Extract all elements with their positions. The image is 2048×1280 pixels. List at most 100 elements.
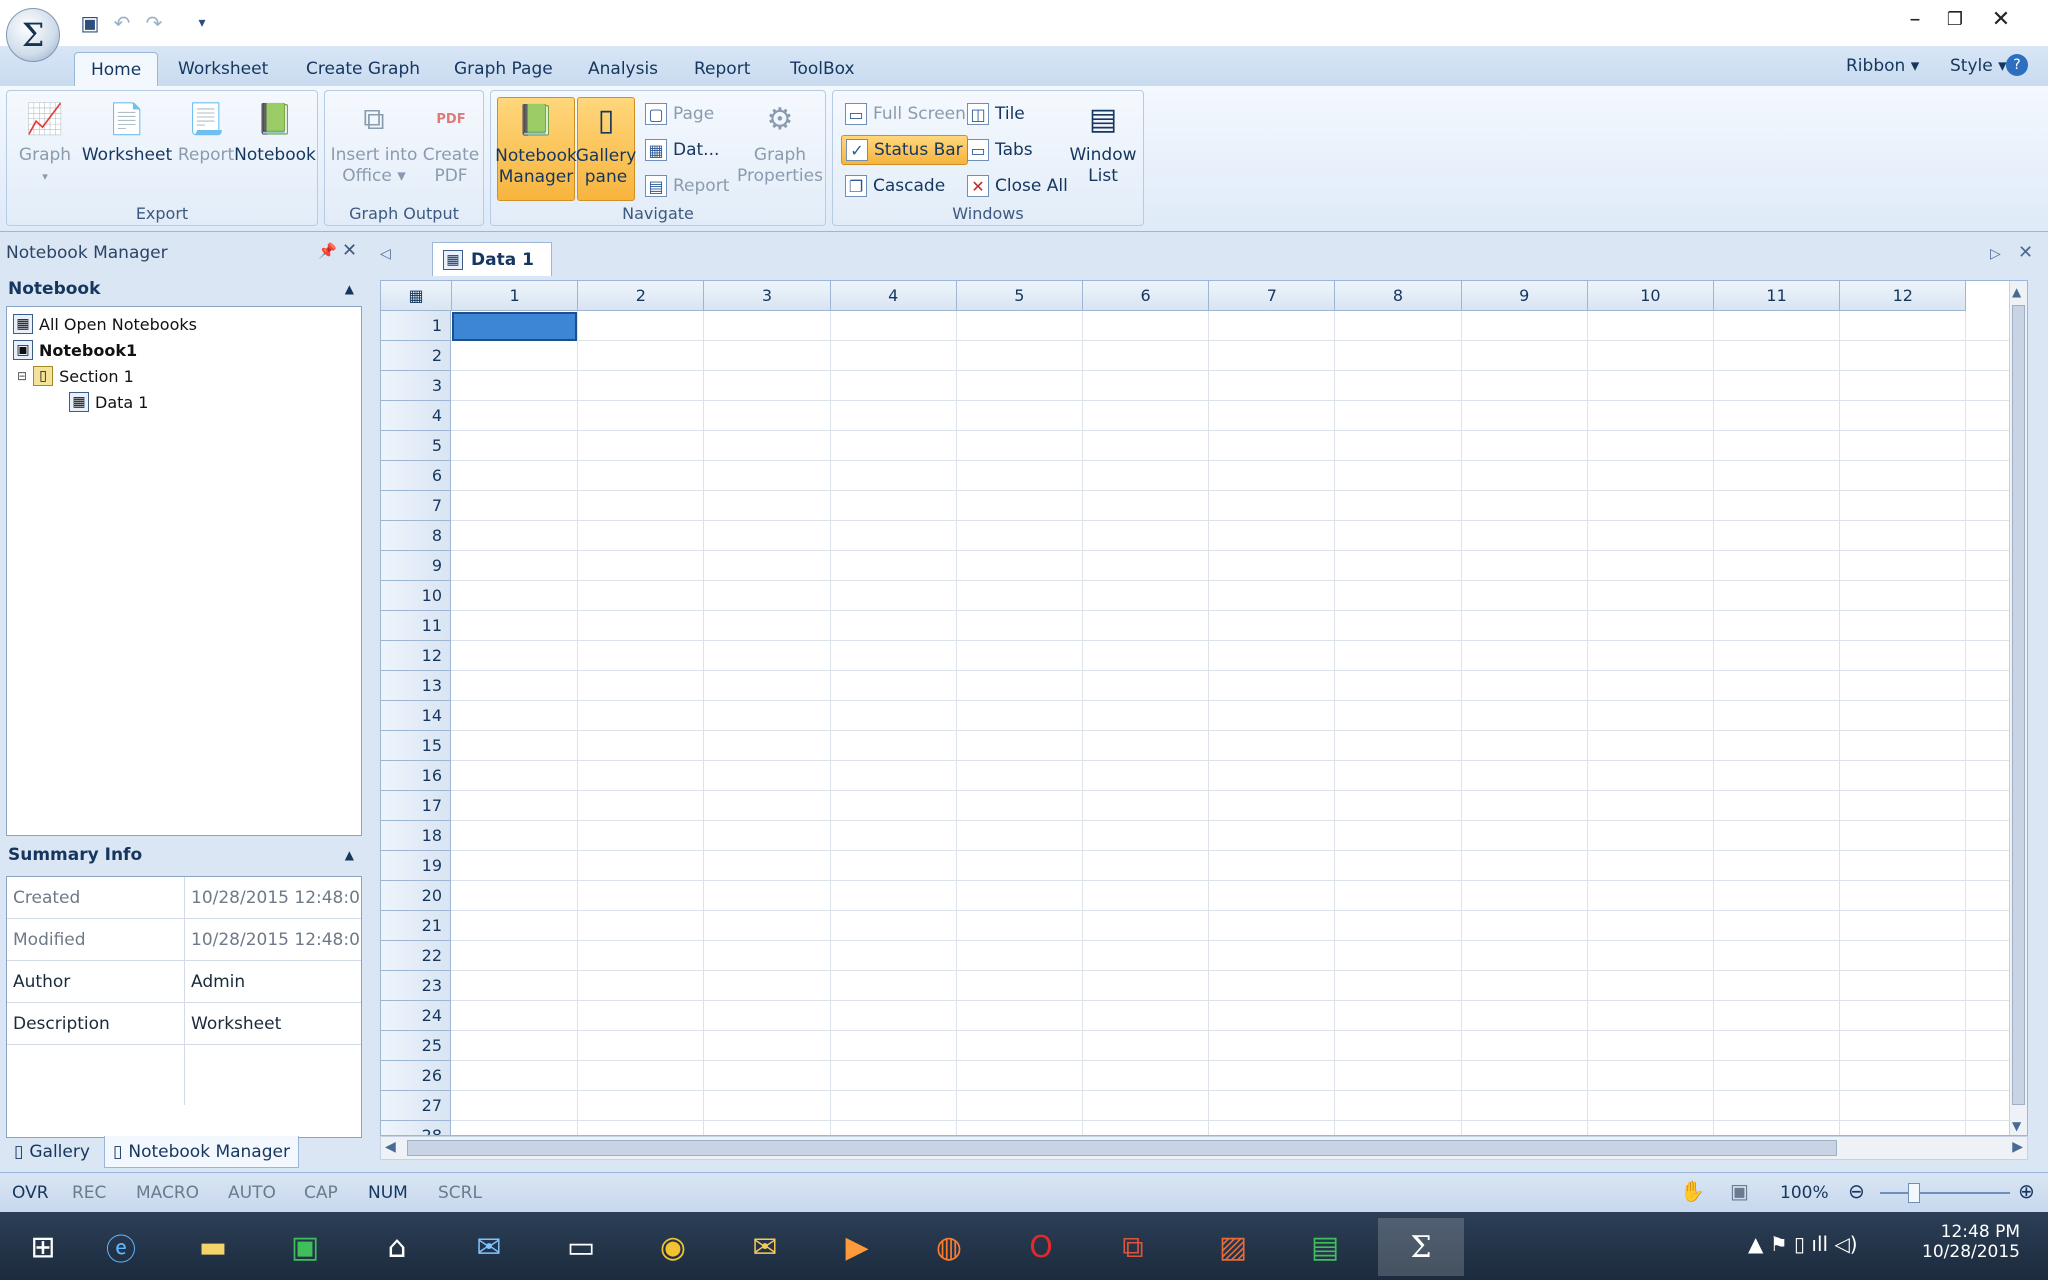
customize-qat-icon[interactable]: ▾ bbox=[188, 10, 216, 36]
vertical-scrollbar[interactable]: ▲ ▼ bbox=[2009, 281, 2027, 1135]
tree-item-notebook1[interactable]: ▣ Notebook1 bbox=[13, 337, 137, 363]
summary-row-description[interactable]: Description Worksheet bbox=[7, 1003, 361, 1045]
column-header[interactable]: 7 bbox=[1209, 281, 1336, 311]
select-all-corner[interactable]: ▦ bbox=[381, 281, 452, 311]
row-header[interactable]: 10 bbox=[381, 581, 451, 611]
tree-expander-icon[interactable]: ⊟ bbox=[17, 369, 27, 383]
row-header[interactable]: 24 bbox=[381, 1001, 451, 1031]
zoom-in-icon[interactable]: ⊕ bbox=[2018, 1179, 2035, 1203]
row-header[interactable]: 6 bbox=[381, 461, 451, 491]
tray-icons[interactable]: ▲ ⚑ ▯ ıll ◁) bbox=[1748, 1232, 1858, 1256]
column-header[interactable]: 8 bbox=[1335, 281, 1462, 311]
tab-report[interactable]: Report bbox=[678, 52, 766, 86]
internet-explorer-icon[interactable]: ⓔ bbox=[78, 1218, 164, 1276]
lenovo-icon[interactable]: ▭ bbox=[538, 1218, 624, 1276]
document-tab-data-1[interactable]: ▦ Data 1 bbox=[432, 242, 552, 276]
pan-hand-icon[interactable]: ✋ bbox=[1680, 1179, 1705, 1203]
row-header[interactable]: 23 bbox=[381, 971, 451, 1001]
opera-icon[interactable]: O bbox=[998, 1218, 1084, 1276]
status-bar-button[interactable]: ✓ Status Bar bbox=[841, 135, 968, 165]
pin-icon[interactable]: 📌 bbox=[318, 242, 337, 260]
data-nav-button[interactable]: ▦ Dat... bbox=[641, 135, 723, 165]
mail-icon[interactable]: ✉ bbox=[446, 1218, 532, 1276]
tab-scroll-left-icon[interactable]: ◁ bbox=[380, 246, 391, 262]
gallery-tab[interactable]: ▯ Gallery bbox=[6, 1136, 98, 1168]
save-icon[interactable]: ▣ bbox=[76, 10, 104, 36]
column-header[interactable]: 4 bbox=[830, 281, 957, 311]
column-header[interactable]: 9 bbox=[1461, 281, 1588, 311]
notebook-manager-button[interactable]: 📗 Notebook Manager bbox=[495, 97, 577, 201]
vertical-scroll-thumb[interactable] bbox=[2012, 305, 2025, 1105]
tab-graph-page[interactable]: Graph Page bbox=[438, 52, 569, 86]
close-all-button[interactable]: ✕ Close All bbox=[963, 171, 1072, 201]
file-explorer-icon[interactable]: ▬ bbox=[170, 1218, 256, 1276]
firefox-icon[interactable]: ◍ bbox=[906, 1218, 992, 1276]
home-icon[interactable]: ⌂ bbox=[354, 1218, 440, 1276]
row-header[interactable]: 17 bbox=[381, 791, 451, 821]
row-header[interactable]: 20 bbox=[381, 881, 451, 911]
row-header[interactable]: 5 bbox=[381, 431, 451, 461]
horizontal-scrollbar[interactable]: ◀ ▶ bbox=[380, 1136, 2028, 1160]
row-header[interactable]: 27 bbox=[381, 1091, 451, 1121]
ribbon-menu[interactable]: Ribbon ▾ bbox=[1846, 56, 1919, 76]
chrome-icon[interactable]: ◉ bbox=[630, 1218, 716, 1276]
style-menu[interactable]: Style ▾ bbox=[1950, 56, 2007, 76]
tab-scroll-right-icon[interactable]: ▷ bbox=[1990, 246, 2001, 262]
column-header[interactable]: 10 bbox=[1587, 281, 1714, 311]
notebook-manager-tab[interactable]: ▯ Notebook Manager bbox=[104, 1136, 299, 1168]
collapse-icon[interactable]: ▲ bbox=[345, 282, 354, 296]
row-header[interactable]: 8 bbox=[381, 521, 451, 551]
undo-icon[interactable]: ↶ bbox=[108, 10, 136, 36]
row-header[interactable]: 22 bbox=[381, 941, 451, 971]
scroll-left-icon[interactable]: ◀ bbox=[385, 1139, 396, 1155]
outlook-icon[interactable]: ✉ bbox=[722, 1218, 808, 1276]
collapse-icon[interactable]: ▲ bbox=[345, 848, 354, 862]
tab-worksheet[interactable]: Worksheet bbox=[162, 52, 284, 86]
column-header[interactable]: 2 bbox=[578, 281, 705, 311]
zoom-out-icon[interactable]: ⊖ bbox=[1848, 1179, 1865, 1203]
row-header[interactable]: 26 bbox=[381, 1061, 451, 1091]
powerpoint-icon[interactable]: ▨ bbox=[1190, 1218, 1276, 1276]
column-header[interactable]: 5 bbox=[956, 281, 1083, 311]
summary-row-author[interactable]: Author Admin bbox=[7, 961, 361, 1003]
selected-cell[interactable] bbox=[452, 312, 577, 341]
network-icon[interactable]: ⧉ bbox=[1090, 1218, 1176, 1276]
row-header[interactable]: 7 bbox=[381, 491, 451, 521]
tab-analysis[interactable]: Analysis bbox=[572, 52, 674, 86]
clock[interactable]: 12:48 PM 10/28/2015 bbox=[1900, 1222, 2020, 1262]
redo-icon[interactable]: ↷ bbox=[140, 10, 168, 36]
row-header[interactable]: 4 bbox=[381, 401, 451, 431]
notebook-section-header[interactable]: Notebook ▲ bbox=[4, 274, 362, 304]
tab-create-graph[interactable]: Create Graph bbox=[290, 52, 436, 86]
application-menu-button[interactable]: Σ bbox=[6, 8, 60, 62]
row-header[interactable]: 28 bbox=[381, 1121, 451, 1135]
page-nav-button[interactable]: ▢ Page bbox=[641, 99, 718, 129]
pane-close-icon[interactable]: ✕ bbox=[342, 240, 357, 261]
tab-home[interactable]: Home bbox=[74, 52, 159, 86]
notebook-export-button[interactable]: 📗 Notebook bbox=[233, 97, 317, 197]
sigmaplot-icon[interactable]: Σ bbox=[1378, 1218, 1464, 1276]
tile-button[interactable]: ◫ Tile bbox=[963, 99, 1029, 129]
row-header[interactable]: 19 bbox=[381, 851, 451, 881]
row-header[interactable]: 9 bbox=[381, 551, 451, 581]
row-header[interactable]: 16 bbox=[381, 761, 451, 791]
zoom-slider-thumb[interactable] bbox=[1908, 1183, 1920, 1203]
report-export-button[interactable]: 📃 Report bbox=[171, 97, 241, 197]
column-header[interactable]: 12 bbox=[1840, 281, 1967, 311]
row-header[interactable]: 1 bbox=[381, 311, 451, 341]
column-header[interactable]: 3 bbox=[704, 281, 831, 311]
tree-item-all-notebooks[interactable]: ▦ All Open Notebooks bbox=[13, 311, 197, 337]
row-header[interactable]: 2 bbox=[381, 341, 451, 371]
tree-item-section-1[interactable]: ⊟ ▯ Section 1 bbox=[17, 363, 134, 389]
graph-button[interactable]: 📈 Graph ▾ bbox=[13, 97, 77, 197]
column-header[interactable]: 1 bbox=[452, 281, 579, 311]
full-screen-button[interactable]: ▭ Full Screen bbox=[841, 99, 970, 129]
sheets-icon[interactable]: ▤ bbox=[1282, 1218, 1368, 1276]
summary-info-header[interactable]: Summary Info ▲ bbox=[4, 840, 362, 870]
scroll-up-icon[interactable]: ▲ bbox=[2012, 285, 2021, 299]
restore-icon[interactable]: ❐ bbox=[1932, 4, 1978, 34]
worksheet-export-button[interactable]: 📄 Worksheet bbox=[77, 97, 177, 197]
row-header[interactable]: 18 bbox=[381, 821, 451, 851]
horizontal-scroll-thumb[interactable] bbox=[407, 1140, 1837, 1156]
column-header[interactable]: 11 bbox=[1714, 281, 1841, 311]
